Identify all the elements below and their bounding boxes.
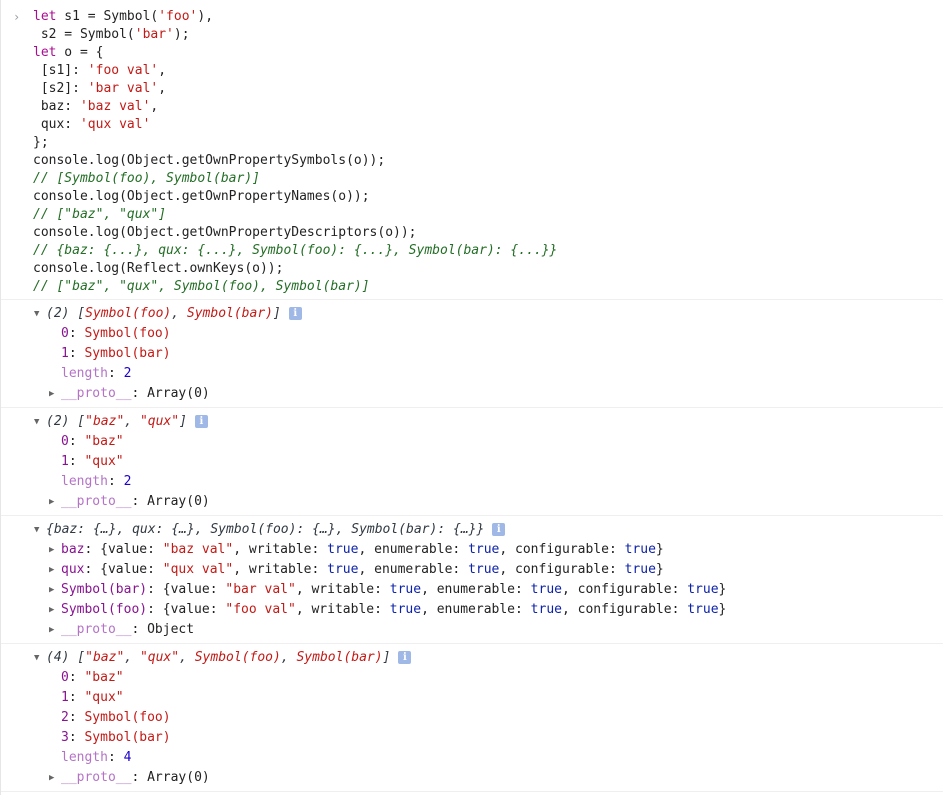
triangle-right-icon[interactable]: ▶ — [49, 600, 61, 620]
code-comment: // ["baz", "qux", Symbol(foo), Symbol(ba… — [33, 279, 370, 294]
descriptor-row[interactable]: ▶ qux: {value: "qux val", writable: true,… — [1, 560, 943, 580]
array-element-row: 1: "qux" — [61, 454, 124, 469]
descriptor-row[interactable]: ▶ Symbol(foo): {value: "foo val", writabl… — [1, 600, 943, 620]
triangle-right-icon[interactable]: ▶ — [49, 384, 61, 404]
triangle-right-icon[interactable]: ▶ — [49, 620, 61, 640]
code-line: › let s1 = Symbol('foo'), — [13, 9, 214, 24]
code-comment: // {baz: {...}, qux: {...}, Symbol(foo):… — [33, 243, 558, 258]
triangle-right-icon[interactable]: ▶ — [49, 492, 61, 512]
array-element-row: 1: "qux" — [61, 690, 124, 705]
code-line: let o = { — [33, 45, 104, 60]
code-line: console.log(Object.getOwnPropertySymbols… — [33, 153, 386, 168]
info-icon[interactable]: i — [398, 651, 412, 664]
object-preview-header[interactable]: ▼ {baz: {…}, qux: {…}, Symbol(foo): {…}, … — [1, 520, 943, 540]
triangle-down-icon[interactable]: ▼ — [34, 520, 46, 540]
console-output-ownkeys: ▼ (4) ["baz", "qux", Symbol(foo), Symbol(… — [1, 644, 943, 792]
array-element-row: 2: Symbol(foo) — [61, 710, 171, 725]
array-preview-header[interactable]: ▼ (2) [Symbol(foo), Symbol(bar)] i — [1, 304, 943, 324]
array-element-row: 0: "baz" — [61, 434, 124, 449]
prompt-chevron-icon: › — [13, 10, 21, 24]
triangle-right-icon[interactable]: ▶ — [49, 580, 61, 600]
descriptor-row[interactable]: ▶ Symbol(bar): {value: "bar val", writabl… — [1, 580, 943, 600]
triangle-right-icon[interactable]: ▶ — [49, 768, 61, 788]
info-icon[interactable]: i — [492, 523, 506, 536]
code-line: console.log(Object.getOwnPropertyNames(o… — [33, 189, 370, 204]
code-line: qux: 'qux val' — [33, 117, 151, 132]
console-input-entry[interactable]: › let s1 = Symbol('foo'), s2 = Symbol('ba… — [1, 0, 943, 300]
triangle-down-icon[interactable]: ▼ — [34, 648, 46, 668]
triangle-right-icon[interactable]: ▶ — [49, 560, 61, 580]
array-element-row: 1: Symbol(bar) — [61, 346, 171, 361]
length-row: length: 4 — [61, 750, 132, 765]
code-line: }; — [33, 135, 49, 150]
array-preview-header[interactable]: ▼ (2) ["baz", "qux"] i — [1, 412, 943, 432]
length-row: length: 2 — [61, 366, 132, 381]
code-line: s2 = Symbol('bar'); — [33, 27, 190, 42]
info-icon[interactable]: i — [288, 307, 302, 320]
proto-row[interactable]: ▶ __proto__: Array(0) — [1, 384, 943, 404]
info-icon[interactable]: i — [194, 415, 208, 428]
code-line: console.log(Reflect.ownKeys(o)); — [33, 261, 284, 276]
length-row: length: 2 — [61, 474, 132, 489]
triangle-down-icon[interactable]: ▼ — [34, 412, 46, 432]
array-preview-header[interactable]: ▼ (4) ["baz", "qux", Symbol(foo), Symbol(… — [1, 648, 943, 668]
array-element-row: 3: Symbol(bar) — [61, 730, 171, 745]
code-comment: // ["baz", "qux"] — [33, 207, 167, 222]
console-output-symbols: ▼ (2) [Symbol(foo), Symbol(bar)] i 0: Symb… — [1, 300, 943, 408]
proto-row[interactable]: ▶ __proto__: Object — [1, 620, 943, 640]
console-output-descriptors: ▼ {baz: {…}, qux: {…}, Symbol(foo): {…}, … — [1, 516, 943, 644]
code-line: [s1]: 'foo val', — [33, 63, 167, 78]
code-line: baz: 'baz val', — [33, 99, 159, 114]
console-output-names: ▼ (2) ["baz", "qux"] i 0: "baz" 1: "qux" l… — [1, 408, 943, 516]
code-line: console.log(Object.getOwnPropertyDescrip… — [33, 225, 417, 240]
devtools-console: › let s1 = Symbol('foo'), s2 = Symbol('ba… — [0, 0, 943, 795]
descriptor-row[interactable]: ▶ baz: {value: "baz val", writable: true,… — [1, 540, 943, 560]
array-element-row: 0: Symbol(foo) — [61, 326, 171, 341]
code-comment: // [Symbol(foo), Symbol(bar)] — [33, 171, 260, 186]
proto-row[interactable]: ▶ __proto__: Array(0) — [1, 492, 943, 512]
triangle-right-icon[interactable]: ▶ — [49, 540, 61, 560]
array-element-row: 0: "baz" — [61, 670, 124, 685]
triangle-down-icon[interactable]: ▼ — [34, 304, 46, 324]
proto-row[interactable]: ▶ __proto__: Array(0) — [1, 768, 943, 788]
code-line: [s2]: 'bar val', — [33, 81, 167, 96]
